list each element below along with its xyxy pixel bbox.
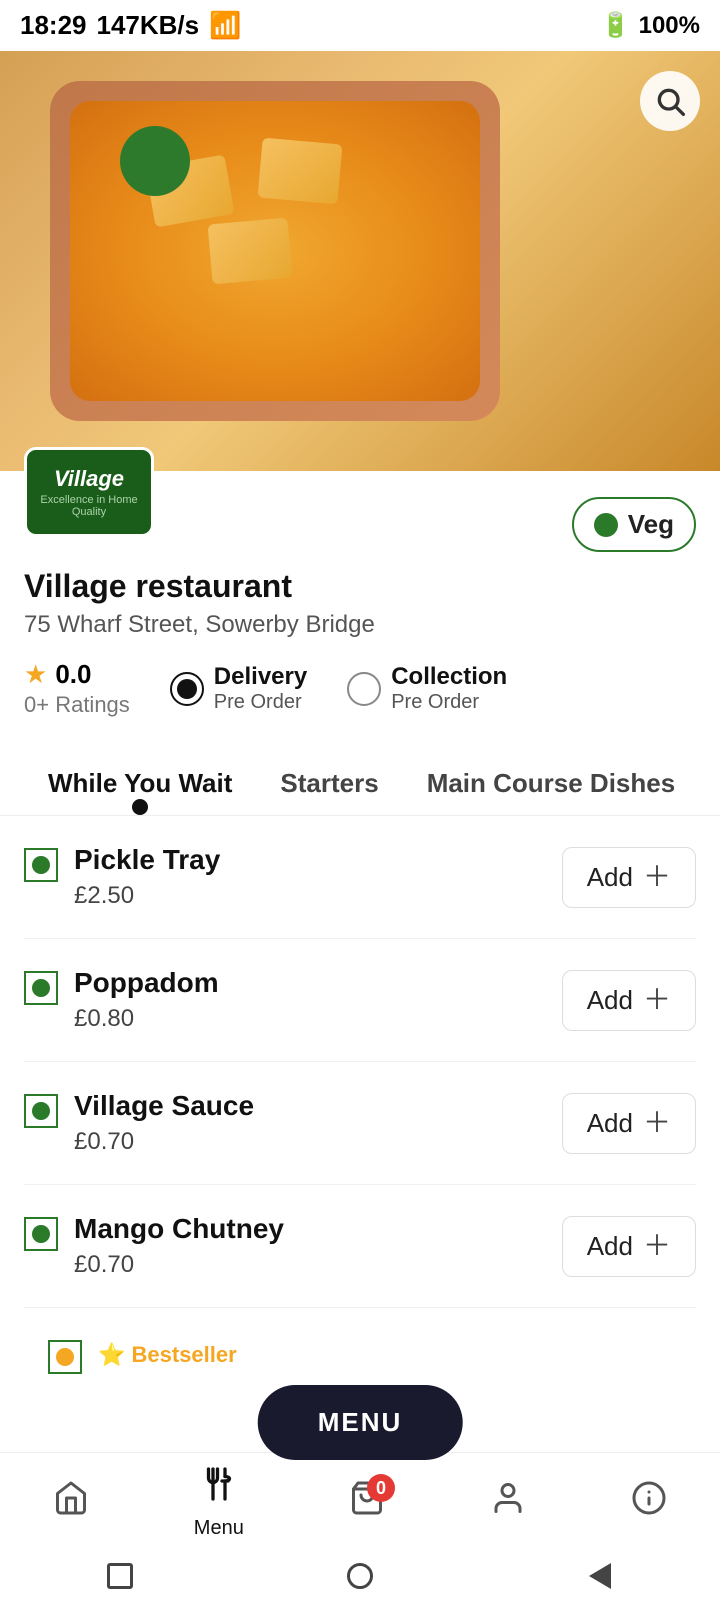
rating-block: ★ 0.0 0+ Ratings <box>24 659 130 718</box>
item-name: Poppadom <box>74 967 219 999</box>
plus-icon: ＋ <box>643 863 671 891</box>
delivery-label: Delivery <box>214 663 307 691</box>
menu-item: Mango Chutney £0.70 Add ＋ <box>24 1185 696 1308</box>
veg-indicator <box>24 1217 58 1251</box>
android-home-button[interactable] <box>343 1559 377 1593</box>
delivery-sub: Pre Order <box>214 691 307 714</box>
android-back-button[interactable] <box>583 1559 617 1593</box>
menu-float-button[interactable]: MENU <box>258 1385 463 1460</box>
cart-badge: 0 <box>367 1474 395 1502</box>
menu-item: Poppadom £0.80 Add ＋ <box>24 939 696 1062</box>
time: 18:29 <box>20 10 87 41</box>
plus-icon: ＋ <box>643 1109 671 1137</box>
android-recent-button[interactable] <box>103 1559 137 1593</box>
veg-dot-icon <box>32 1102 50 1120</box>
menu-tabs: While You Wait Starters Main Course Dish… <box>0 748 720 816</box>
battery-level: 100% <box>639 12 700 40</box>
collection-option[interactable]: Collection Pre Order <box>347 663 507 714</box>
nav-menu-label: Menu <box>194 1517 244 1540</box>
home-icon <box>53 1480 89 1525</box>
status-bar: 18:29 147KB/s 📶 🔋 100% <box>0 0 720 51</box>
delivery-option[interactable]: Delivery Pre Order <box>170 663 307 714</box>
veg-indicator <box>48 1340 82 1374</box>
veg-label: Veg <box>628 509 674 540</box>
logo-name: Village <box>27 466 151 492</box>
add-button[interactable]: Add ＋ <box>562 847 696 908</box>
item-name: Mango Chutney <box>74 1213 284 1245</box>
veg-dot-icon <box>32 1225 50 1243</box>
veg-toggle[interactable]: Veg <box>572 497 696 552</box>
menu-item: Village Sauce £0.70 Add ＋ <box>24 1062 696 1185</box>
add-button[interactable]: Add ＋ <box>562 1216 696 1277</box>
menu-section: Pickle Tray £2.50 Add ＋ Poppadom £0.80 A… <box>0 816 720 1374</box>
collection-radio[interactable] <box>347 672 381 706</box>
nav-cart[interactable]: 0 <box>349 1480 385 1525</box>
rating-count: 0+ Ratings <box>24 692 130 718</box>
android-nav-bar <box>0 1552 720 1600</box>
nav-profile[interactable] <box>490 1480 526 1525</box>
search-button[interactable] <box>640 71 700 131</box>
hero-image-area <box>0 51 720 471</box>
restaurant-card: Village Excellence in Home Quality Veg V… <box>0 471 720 738</box>
tab-while-you-wait[interactable]: While You Wait <box>24 748 256 815</box>
collection-sub: Pre Order <box>391 691 507 714</box>
item-price: £2.50 <box>74 882 220 910</box>
tab-other[interactable]: T... <box>699 748 720 815</box>
bestseller-badge: ⭐ Bestseller <box>98 1342 237 1368</box>
item-price: £0.80 <box>74 1005 219 1033</box>
info-icon <box>631 1480 667 1525</box>
item-price: £0.70 <box>74 1128 254 1156</box>
veg-dot-icon <box>32 856 50 874</box>
signal-icon: 📶 <box>209 10 241 41</box>
collection-label: Collection <box>391 663 507 691</box>
veg-dot-icon <box>594 513 618 537</box>
bottom-nav: Menu 0 <box>0 1452 720 1552</box>
item-name: Pickle Tray <box>74 844 220 876</box>
restaurant-address: 75 Wharf Street, Sowerby Bridge <box>24 611 696 639</box>
menu-item: Pickle Tray £2.50 Add ＋ <box>24 816 696 939</box>
veg-indicator <box>24 848 58 882</box>
cutlery-icon <box>201 1466 237 1511</box>
user-icon <box>490 1480 526 1525</box>
tab-main-course[interactable]: Main Course Dishes <box>403 748 700 815</box>
tab-starters[interactable]: Starters <box>256 748 402 815</box>
add-button[interactable]: Add ＋ <box>562 970 696 1031</box>
plus-icon: ＋ <box>643 986 671 1014</box>
bestseller-partial: ⭐ Bestseller <box>24 1308 696 1374</box>
item-name: Village Sauce <box>74 1090 254 1122</box>
veg-indicator <box>24 971 58 1005</box>
star-icon: ★ <box>24 659 47 690</box>
plus-icon: ＋ <box>643 1232 671 1260</box>
logo-tagline: Excellence in Home Quality <box>27 494 151 518</box>
nav-info[interactable] <box>631 1480 667 1525</box>
battery-icon: 🔋 <box>601 11 631 40</box>
nav-home[interactable] <box>53 1480 89 1525</box>
veg-dot-icon <box>32 979 50 997</box>
item-price: £0.70 <box>74 1251 284 1279</box>
restaurant-logo: Village Excellence in Home Quality <box>24 447 154 537</box>
veg-star-icon <box>56 1348 74 1366</box>
add-button[interactable]: Add ＋ <box>562 1093 696 1154</box>
network-speed: 147KB/s <box>97 10 200 41</box>
rating-value: 0.0 <box>55 659 91 690</box>
nav-menu[interactable]: Menu <box>194 1466 244 1540</box>
restaurant-name: Village restaurant <box>24 568 696 605</box>
veg-indicator <box>24 1094 58 1128</box>
delivery-radio[interactable] <box>170 672 204 706</box>
